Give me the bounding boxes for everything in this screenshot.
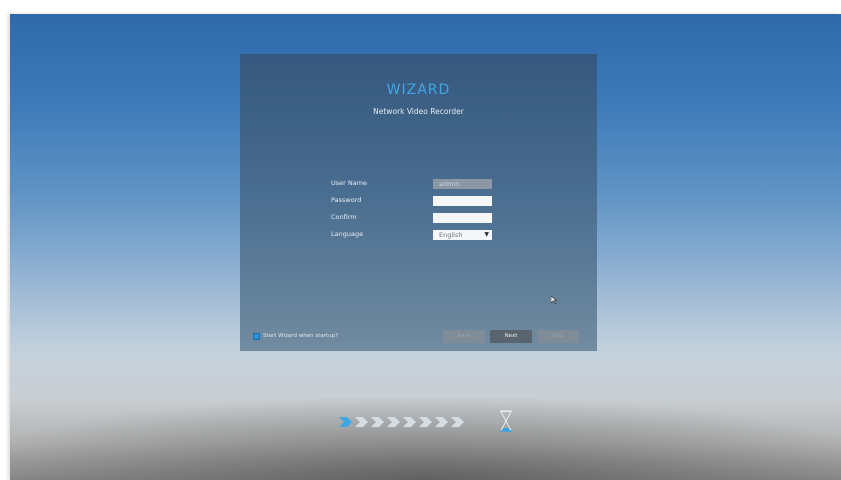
username-field: admin [433, 179, 492, 189]
language-select[interactable]: English ▼ [433, 230, 492, 240]
password-label: Password [331, 196, 362, 204]
hourglass-icon [500, 410, 512, 432]
language-selected-value: English [439, 231, 463, 239]
progress-step-arrow-icon [435, 417, 448, 427]
wizard-progress-indicator [338, 416, 466, 428]
start-wizard-checkbox[interactable] [253, 333, 260, 340]
progress-step-arrow-icon [371, 417, 384, 427]
language-label: Language [331, 230, 364, 238]
progress-step-arrow-icon [451, 417, 464, 427]
progress-step-arrow-icon [419, 417, 432, 427]
confirm-label: Confirm [331, 213, 357, 221]
wizard-dialog: WIZARD Network Video Recorder User Name … [240, 54, 597, 351]
password-field[interactable] [433, 196, 492, 206]
mouse-pointer-icon [551, 296, 557, 304]
confirm-password-field[interactable] [433, 213, 492, 223]
next-button[interactable]: Next [490, 330, 532, 343]
dropdown-arrow-icon: ▼ [484, 231, 489, 238]
progress-step-arrow-icon [339, 417, 352, 427]
start-wizard-label: Start Wizard when startup? [263, 333, 338, 339]
progress-step-arrow-icon [403, 417, 416, 427]
wizard-subtitle: Network Video Recorder [373, 107, 464, 116]
skip-button[interactable]: Skip [537, 330, 579, 343]
top-border [0, 0, 841, 14]
progress-step-arrow-icon [387, 417, 400, 427]
back-button[interactable]: Back [443, 330, 485, 343]
wizard-title: WIZARD [386, 82, 451, 98]
username-label: User Name [331, 179, 368, 187]
progress-step-arrow-icon [355, 417, 368, 427]
